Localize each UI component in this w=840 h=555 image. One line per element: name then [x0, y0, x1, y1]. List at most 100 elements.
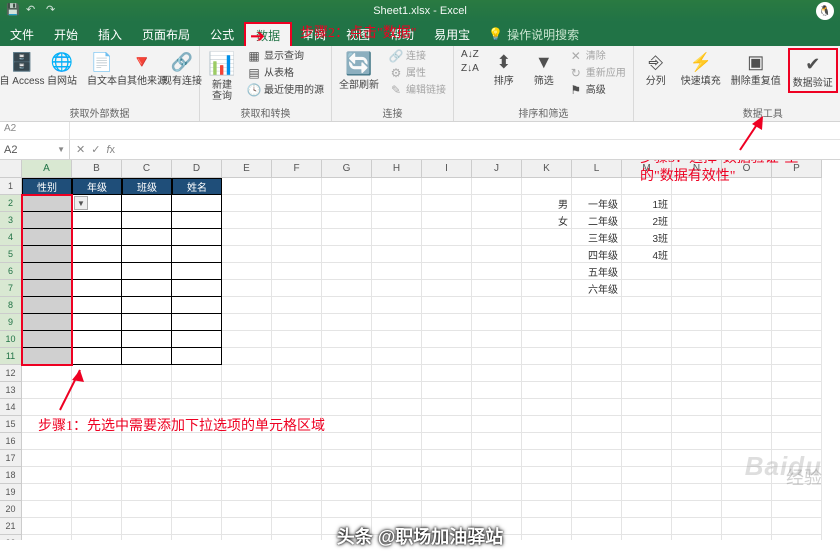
- col-header-I[interactable]: I: [422, 160, 472, 178]
- cell-M1[interactable]: [622, 178, 672, 195]
- table-cell[interactable]: [72, 331, 122, 348]
- cell-J11[interactable]: [472, 348, 522, 365]
- table-cell[interactable]: [72, 297, 122, 314]
- tab-data[interactable]: 数据: [244, 22, 292, 46]
- cell-G19[interactable]: [322, 484, 372, 501]
- cell-M9[interactable]: [622, 314, 672, 331]
- tab-help[interactable]: 帮助: [380, 22, 424, 46]
- cell-K10[interactable]: [522, 331, 572, 348]
- cell-K11[interactable]: [522, 348, 572, 365]
- cell-E6[interactable]: [222, 263, 272, 280]
- btn-from-text[interactable]: 📄自文本: [84, 48, 120, 89]
- cell-D16[interactable]: [172, 433, 222, 450]
- cell-K13[interactable]: [522, 382, 572, 399]
- cell-A12[interactable]: [22, 365, 72, 382]
- select-all-corner[interactable]: [0, 160, 22, 178]
- cell-P1[interactable]: [772, 178, 822, 195]
- cell-L8[interactable]: [572, 297, 622, 314]
- cell-A16[interactable]: [22, 433, 72, 450]
- table-cell[interactable]: [172, 280, 222, 297]
- cell-B12[interactable]: [72, 365, 122, 382]
- cell-O12[interactable]: [722, 365, 772, 382]
- cell-G12[interactable]: [322, 365, 372, 382]
- dropdown-arrow[interactable]: ▼: [74, 196, 88, 210]
- btn-filter[interactable]: ▼筛选: [526, 48, 562, 89]
- cell-H3[interactable]: [372, 212, 422, 229]
- table-cell[interactable]: [122, 314, 172, 331]
- cell-L3[interactable]: 二年级: [572, 212, 622, 229]
- cell-L13[interactable]: [572, 382, 622, 399]
- cell-K5[interactable]: [522, 246, 572, 263]
- cell-B14[interactable]: [72, 399, 122, 416]
- cell-D18[interactable]: [172, 467, 222, 484]
- cell-F14[interactable]: [272, 399, 322, 416]
- cell-H9[interactable]: [372, 314, 422, 331]
- cell-D12[interactable]: [172, 365, 222, 382]
- cell-A17[interactable]: [22, 450, 72, 467]
- cell-C13[interactable]: [122, 382, 172, 399]
- table-cell[interactable]: [22, 263, 72, 280]
- table-cell[interactable]: [122, 348, 172, 365]
- cell-I15[interactable]: [422, 416, 472, 433]
- cell-L10[interactable]: [572, 331, 622, 348]
- btn-data-validation[interactable]: ✔数据验证: [788, 48, 838, 93]
- btn-recent-sources[interactable]: 🕓最近使用的源: [244, 82, 327, 98]
- redo-icon[interactable]: ↷: [46, 3, 60, 17]
- cell-A15[interactable]: [22, 416, 72, 433]
- cell-F8[interactable]: [272, 297, 322, 314]
- cell-L14[interactable]: [572, 399, 622, 416]
- btn-refresh-all[interactable]: 🔄全部刷新: [336, 48, 382, 93]
- cell-L9[interactable]: [572, 314, 622, 331]
- table-cell[interactable]: [122, 229, 172, 246]
- row-header-19[interactable]: 19: [0, 484, 22, 501]
- btn-remove-duplicates[interactable]: ▣删除重复值: [728, 48, 784, 89]
- cell-G4[interactable]: [322, 229, 372, 246]
- cell-C14[interactable]: [122, 399, 172, 416]
- tab-view[interactable]: 视图: [336, 22, 380, 46]
- table-cell[interactable]: [172, 331, 222, 348]
- row-header-9[interactable]: 9: [0, 314, 22, 331]
- btn-existing-conn[interactable]: 🔗现有连接: [164, 48, 200, 89]
- cell-G17[interactable]: [322, 450, 372, 467]
- col-header-F[interactable]: F: [272, 160, 322, 178]
- cell-E16[interactable]: [222, 433, 272, 450]
- cell-E13[interactable]: [222, 382, 272, 399]
- cell-N12[interactable]: [672, 365, 722, 382]
- cell-F15[interactable]: [272, 416, 322, 433]
- cell-K12[interactable]: [522, 365, 572, 382]
- cell-J17[interactable]: [472, 450, 522, 467]
- cell-A18[interactable]: [22, 467, 72, 484]
- secondary-name-box[interactable]: A2: [0, 122, 70, 139]
- col-header-A[interactable]: A: [22, 160, 72, 178]
- cell-I19[interactable]: [422, 484, 472, 501]
- cell-P10[interactable]: [772, 331, 822, 348]
- row-header-10[interactable]: 10: [0, 331, 22, 348]
- cell-A14[interactable]: [22, 399, 72, 416]
- cell-H4[interactable]: [372, 229, 422, 246]
- table-header-1[interactable]: 年级: [72, 178, 122, 195]
- cell-O14[interactable]: [722, 399, 772, 416]
- cell-M20[interactable]: [622, 501, 672, 518]
- cell-M3[interactable]: 2班: [622, 212, 672, 229]
- cell-M4[interactable]: 3班: [622, 229, 672, 246]
- cell-O6[interactable]: [722, 263, 772, 280]
- cell-L7[interactable]: 六年级: [572, 280, 622, 297]
- cell-I10[interactable]: [422, 331, 472, 348]
- cell-L12[interactable]: [572, 365, 622, 382]
- row-header-11[interactable]: 11: [0, 348, 22, 365]
- cell-N13[interactable]: [672, 382, 722, 399]
- row-header-17[interactable]: 17: [0, 450, 22, 467]
- cell-I17[interactable]: [422, 450, 472, 467]
- cell-O10[interactable]: [722, 331, 772, 348]
- col-header-K[interactable]: K: [522, 160, 572, 178]
- cell-J4[interactable]: [472, 229, 522, 246]
- btn-from-web[interactable]: 🌐自网站: [44, 48, 80, 89]
- table-cell[interactable]: [22, 195, 72, 212]
- btn-sort[interactable]: ⬍排序: [486, 48, 522, 89]
- cell-F1[interactable]: [272, 178, 322, 195]
- cell-G20[interactable]: [322, 501, 372, 518]
- cell-L11[interactable]: [572, 348, 622, 365]
- cell-I3[interactable]: [422, 212, 472, 229]
- btn-sort-asc[interactable]: A↓Z: [458, 48, 482, 61]
- cell-N3[interactable]: [672, 212, 722, 229]
